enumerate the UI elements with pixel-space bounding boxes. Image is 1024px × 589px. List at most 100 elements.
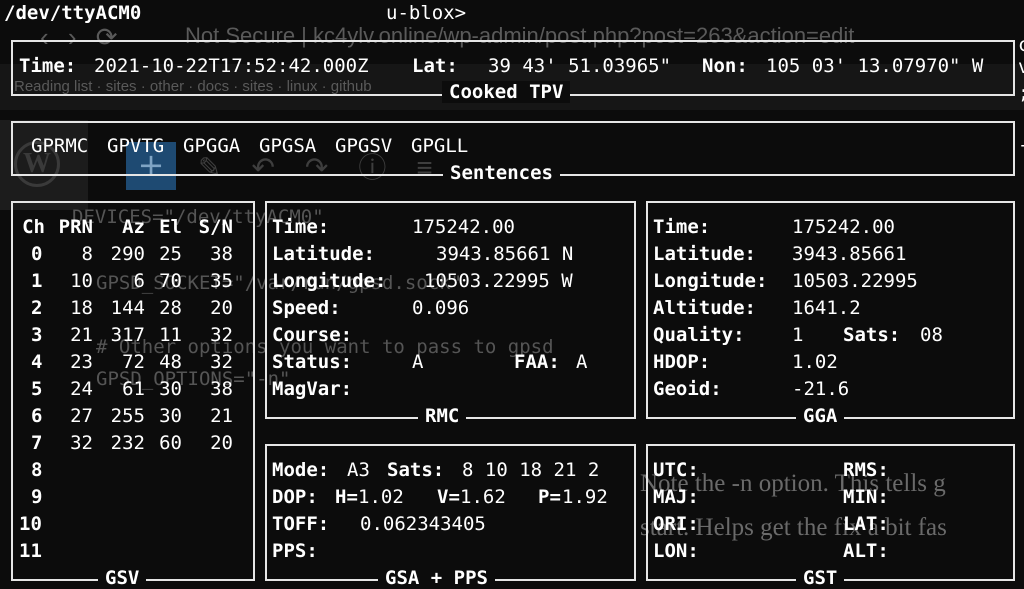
gga-title: GGA: [796, 405, 845, 427]
rmc-course-label: Course:: [272, 324, 353, 346]
gsv-azimuth: 317: [110, 324, 145, 346]
gsv-prn: 10: [70, 270, 93, 292]
gsv-elevation: 60: [159, 432, 182, 454]
gsv-header-el: El: [159, 216, 182, 238]
gst-panel: [646, 444, 1015, 581]
gsv-prn: 18: [70, 297, 93, 319]
gga-altitude-label: Altitude:: [653, 297, 756, 319]
gga-geoid-value: -21.6: [792, 378, 850, 400]
tpv-lat-value: 39 43' 51.03965": [488, 55, 672, 77]
gst-alt-label: ALT:: [843, 540, 889, 562]
gga-hdop-label: HDOP:: [653, 351, 711, 373]
gsv-azimuth: 232: [110, 432, 145, 454]
sentences-title: Sentences: [443, 162, 560, 184]
gga-altitude-value: 1641.2: [792, 297, 861, 319]
rmc-time-label: Time:: [272, 216, 330, 238]
rmc-title: RMC: [418, 405, 467, 427]
gsa-mode-label: Mode:: [272, 459, 330, 481]
gsv-snr: 32: [210, 324, 233, 346]
rmc-longitude-value: 10503.22995 W: [424, 270, 573, 292]
gga-longitude-value: 10503.22995: [792, 270, 918, 292]
rmc-status-value: A: [412, 351, 424, 373]
gsv-header-prn: PRN: [58, 216, 93, 238]
right-edge-char-4: -: [1018, 134, 1024, 156]
cooked-tpv-title: Cooked TPV: [442, 81, 571, 103]
gsv-prn: 8: [81, 243, 93, 265]
gsv-elevation: 30: [159, 378, 182, 400]
gsv-snr: 35: [210, 270, 233, 292]
gsa-toff-value: 0.062343405: [360, 513, 486, 535]
gga-time-label: Time:: [653, 216, 711, 238]
gsa-h-value: 1.02: [358, 486, 404, 508]
sentence-gpgga: GPGGA: [183, 135, 241, 157]
sentence-gpgsa: GPGSA: [259, 135, 317, 157]
gsv-channel: 11: [19, 540, 42, 562]
gsv-header-sn: S/N: [198, 216, 233, 238]
gst-min-label: MIN:: [843, 486, 889, 508]
gsa-pps-label: PPS:: [272, 540, 318, 562]
rmc-latitude-value: 3943.85661 N: [436, 243, 574, 265]
gsv-snr: 20: [210, 432, 233, 454]
device-path: /dev/ttyACM0: [4, 2, 142, 24]
sentence-gpgsv: GPGSV: [335, 135, 393, 157]
gga-geoid-label: Geoid:: [653, 378, 722, 400]
right-edge-char-3: ;: [1018, 82, 1024, 104]
gsv-channel: 0: [31, 243, 43, 265]
sentence-gpvtg: GPVTG: [107, 135, 165, 157]
gsa-h-label: H=: [335, 486, 358, 508]
gsv-azimuth: 72: [122, 351, 145, 373]
gsv-channel: 9: [31, 486, 43, 508]
gst-lat-label: LAT:: [843, 513, 889, 535]
gga-latitude-label: Latitude:: [653, 243, 756, 265]
gga-quality-label: Quality:: [653, 324, 745, 346]
rmc-time-value: 175242.00: [412, 216, 515, 238]
tpv-time-label: Time:: [19, 55, 77, 77]
gsv-azimuth: 6: [133, 270, 145, 292]
right-edge-char-2: v: [1018, 56, 1024, 78]
gsa-v-value: 1.62: [460, 486, 506, 508]
gsv-channel: 3: [31, 324, 43, 346]
gsv-channel: 8: [31, 459, 43, 481]
gsa-mode-value: A3: [347, 459, 370, 481]
rmc-magvar-label: MagVar:: [272, 378, 353, 400]
right-edge-char-1: c: [1018, 34, 1024, 56]
gsv-snr: 38: [210, 378, 233, 400]
gsv-channel: 5: [31, 378, 43, 400]
gst-rms-label: RMS:: [843, 459, 889, 481]
gsa-pps-title: GSA + PPS: [378, 567, 495, 589]
tpv-lat-label: Lat:: [412, 55, 458, 77]
gsv-elevation: 11: [159, 324, 182, 346]
gsv-snr: 38: [210, 243, 233, 265]
gga-longitude-label: Longitude:: [653, 270, 768, 292]
gst-maj-label: MAJ:: [653, 486, 699, 508]
rmc-speed-label: Speed:: [272, 297, 341, 319]
tpv-lon-value: 105 03' 13.07970" W: [766, 55, 984, 77]
gsa-sats-value: 8 10 18 21 2: [462, 459, 600, 481]
gsv-header-ch: Ch: [22, 216, 45, 238]
gst-utc-label: UTC:: [653, 459, 699, 481]
gsv-azimuth: 61: [122, 378, 145, 400]
gsv-elevation: 28: [159, 297, 182, 319]
rmc-faa-value: A: [576, 351, 588, 373]
gsv-channel: 1: [31, 270, 43, 292]
gsv-snr: 21: [210, 405, 233, 427]
receiver-name: u-blox>: [386, 2, 467, 24]
gst-title: GST: [796, 567, 845, 589]
gga-sats-value: 08: [920, 324, 943, 346]
gsa-sats-label: Sats:: [387, 459, 445, 481]
gsv-snr: 32: [210, 351, 233, 373]
gsa-v-label: V=: [437, 486, 460, 508]
tpv-lon-label: Non:: [702, 55, 748, 77]
gsv-title: GSV: [98, 567, 147, 589]
gsa-toff-label: TOFF:: [272, 513, 330, 535]
rmc-latitude-label: Latitude:: [272, 243, 375, 265]
rmc-longitude-label: Longitude:: [272, 270, 387, 292]
gsv-prn: 24: [70, 378, 93, 400]
sentence-gprmc: GPRMC: [31, 135, 89, 157]
gsv-channel: 2: [31, 297, 43, 319]
gga-sats-label: Sats:: [843, 324, 901, 346]
gga-quality-value: 1: [792, 324, 804, 346]
gsv-channel: 6: [31, 405, 43, 427]
gsv-azimuth: 144: [110, 297, 145, 319]
rmc-status-label: Status:: [272, 351, 353, 373]
